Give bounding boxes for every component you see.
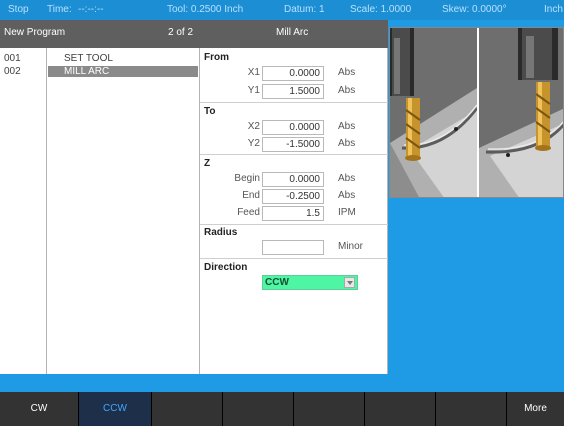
ccw-softkey[interactable]: CCW bbox=[79, 392, 152, 426]
step-number: 001 bbox=[4, 53, 21, 64]
status-stop: Stop bbox=[8, 4, 29, 15]
chevron-down-icon[interactable] bbox=[344, 277, 355, 288]
list-column-divider bbox=[46, 48, 47, 374]
softkey-6[interactable] bbox=[365, 392, 436, 426]
direction-section-title: Direction bbox=[204, 262, 248, 273]
z-end-unit: Abs bbox=[338, 190, 356, 201]
section-divider bbox=[200, 224, 388, 225]
step-counter: 2 of 2 bbox=[168, 27, 194, 38]
softkey-5[interactable] bbox=[294, 392, 365, 426]
y2-input[interactable]: -1.5000 bbox=[262, 137, 324, 152]
x2-unit: Abs bbox=[338, 121, 356, 132]
direction-dropdown[interactable]: CCW bbox=[262, 275, 358, 290]
status-bar: Stop Time: --:--:-- Tool: 0.2500 Inch Da… bbox=[0, 0, 564, 20]
status-time-label: Time: bbox=[47, 4, 72, 15]
more-softkey[interactable]: More bbox=[507, 392, 564, 426]
x1-label: X1 bbox=[247, 67, 260, 78]
z-end-input[interactable]: -0.2500 bbox=[262, 189, 324, 204]
softkey-7[interactable] bbox=[436, 392, 507, 426]
z-begin-input[interactable]: 0.0000 bbox=[262, 172, 324, 187]
feed-label: Feed bbox=[237, 207, 260, 218]
cycle-form: From X1 0.0000 Abs Y1 1.5000 Abs To X2 0… bbox=[200, 48, 388, 374]
feed-unit: IPM bbox=[338, 207, 356, 218]
radius-input[interactable] bbox=[262, 240, 324, 255]
status-scale: Scale: 1.0000 bbox=[350, 4, 412, 15]
program-name: New Program bbox=[4, 27, 66, 38]
feed-input[interactable]: 1.5 bbox=[262, 206, 324, 221]
cycle-name: Mill Arc bbox=[276, 27, 309, 38]
x2-label: X2 bbox=[247, 121, 260, 132]
x2-input[interactable]: 0.0000 bbox=[262, 120, 324, 135]
section-divider bbox=[200, 258, 388, 259]
program-step-list: 001 SET TOOL 002 MILL ARC bbox=[0, 48, 200, 374]
cycle-preview-image bbox=[389, 27, 564, 198]
z-begin-label: Begin bbox=[234, 173, 260, 184]
status-units: Inch bbox=[544, 4, 563, 15]
status-tool: Tool: 0.2500 Inch bbox=[167, 4, 244, 15]
program-step-row[interactable]: 001 SET TOOL bbox=[0, 53, 199, 64]
mill-arc-illustration bbox=[390, 28, 563, 197]
step-name: MILL ARC bbox=[48, 66, 198, 77]
y2-label: Y2 bbox=[247, 138, 260, 149]
section-divider bbox=[200, 102, 388, 103]
z-begin-unit: Abs bbox=[338, 173, 356, 184]
status-skew: Skew: 0.0000° bbox=[442, 4, 507, 15]
status-time-value: --:--:-- bbox=[78, 4, 104, 15]
y1-label: Y1 bbox=[247, 85, 260, 96]
softkey-3[interactable] bbox=[152, 392, 223, 426]
cw-softkey[interactable]: CW bbox=[0, 392, 79, 426]
z-section-title: Z bbox=[204, 158, 211, 169]
y2-unit: Abs bbox=[338, 138, 356, 149]
radius-unit: Minor bbox=[338, 241, 364, 252]
status-datum: Datum: 1 bbox=[284, 4, 325, 15]
from-section-title: From bbox=[204, 52, 229, 63]
y1-input[interactable]: 1.5000 bbox=[262, 84, 324, 99]
x1-unit: Abs bbox=[338, 67, 356, 78]
step-name: SET TOOL bbox=[64, 53, 113, 64]
radius-section-title: Radius bbox=[204, 227, 238, 238]
section-divider bbox=[200, 154, 388, 155]
x1-input[interactable]: 0.0000 bbox=[262, 66, 324, 81]
softkey-4[interactable] bbox=[223, 392, 294, 426]
softkey-bar: CW CCW More bbox=[0, 392, 564, 426]
program-step-row-selected[interactable]: 002 MILL ARC bbox=[0, 66, 199, 77]
y1-unit: Abs bbox=[338, 85, 356, 96]
program-title-bar: New Program 2 of 2 Mill Arc bbox=[0, 20, 388, 48]
to-section-title: To bbox=[204, 106, 216, 117]
step-number: 002 bbox=[4, 66, 21, 77]
z-end-label: End bbox=[242, 190, 260, 201]
direction-selected-value: CCW bbox=[265, 277, 289, 288]
